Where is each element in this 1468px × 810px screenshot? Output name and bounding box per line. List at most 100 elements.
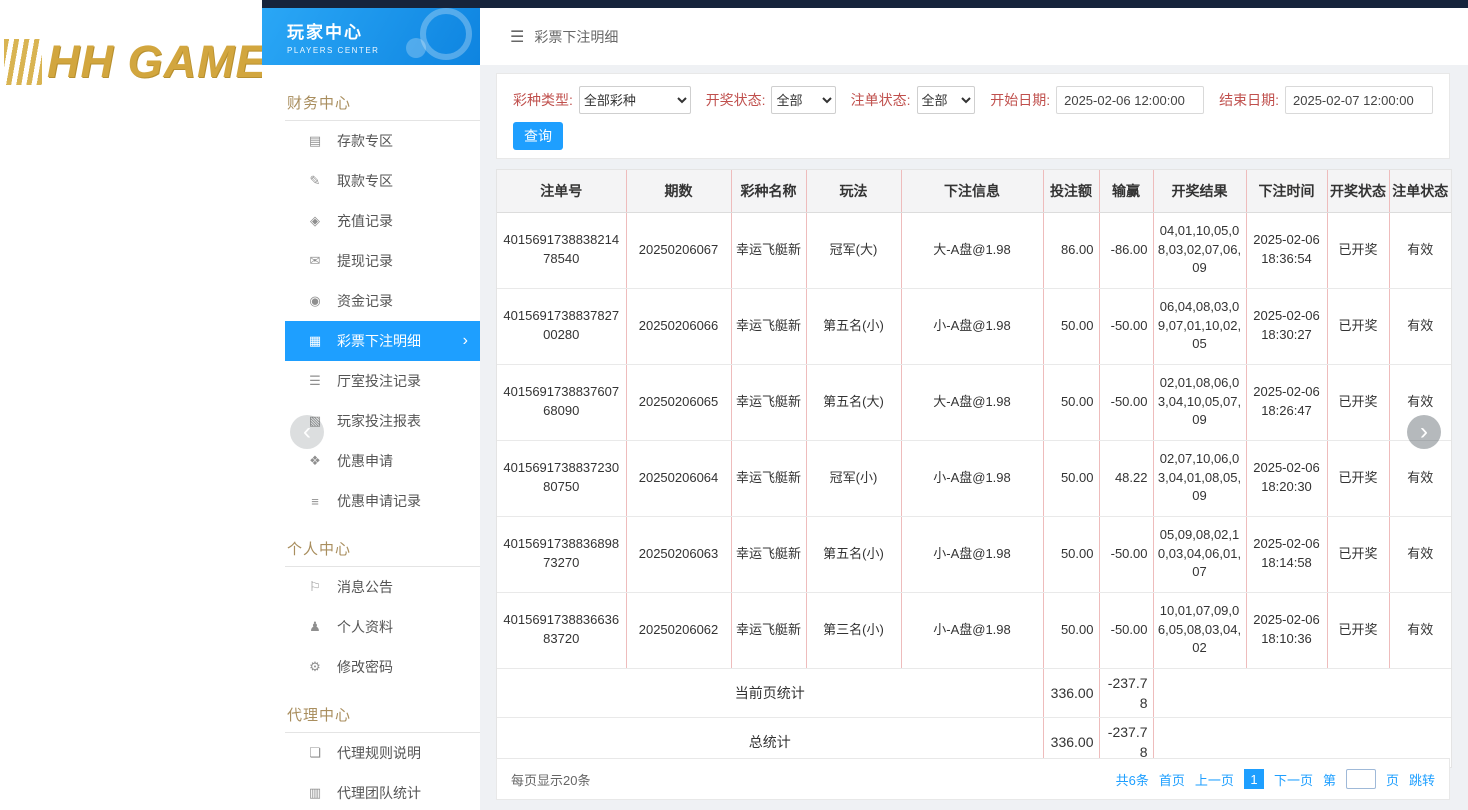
next-page-link[interactable]: 下一页 bbox=[1274, 770, 1313, 789]
sidebar-item-label: 消息公告 bbox=[337, 577, 393, 597]
column-header-bet-time: 下注时间 bbox=[1246, 170, 1327, 212]
cell-lottery-name: 幸运飞艇新 bbox=[731, 592, 806, 668]
order-status-select[interactable]: 全部 bbox=[917, 86, 976, 114]
cell-play-type: 第五名(小) bbox=[806, 288, 901, 364]
sidebar-item-withdraw-zone[interactable]: ✎ 取款专区 bbox=[285, 161, 480, 201]
menu-toggle-icon[interactable]: ☰ bbox=[510, 27, 524, 47]
sidebar-item-deposit-zone[interactable]: ▤存款专区 bbox=[285, 121, 480, 161]
column-header-order-no: 注单号 bbox=[497, 170, 626, 212]
cell-bet-amount: 50.00 bbox=[1043, 440, 1099, 516]
search-button[interactable]: 查询 bbox=[513, 122, 563, 150]
filter-row: 彩种类型: 全部彩种 开奖状态: 全部 注单状态: 全部 开始日期: 结束日期: bbox=[513, 86, 1433, 114]
cell-draw-status: 已开奖 bbox=[1327, 364, 1389, 440]
column-header-order-status: 注单状态 bbox=[1389, 170, 1451, 212]
cell-order-no: 401569173883689873270 bbox=[497, 516, 626, 592]
first-page-link[interactable]: 首页 bbox=[1159, 770, 1185, 789]
cell-draw-status: 已开奖 bbox=[1327, 440, 1389, 516]
sidebar-item-change-password[interactable]: ⚙修改密码 bbox=[285, 647, 480, 687]
prev-page-link[interactable]: 上一页 bbox=[1195, 770, 1234, 789]
cell-period: 20250206065 bbox=[626, 364, 731, 440]
sidebar-item-funds-records[interactable]: ◉资金记录 bbox=[285, 281, 480, 321]
column-header-draw-result: 开奖结果 bbox=[1153, 170, 1246, 212]
column-header-draw-status: 开奖状态 bbox=[1327, 170, 1389, 212]
sidebar-item-recharge-records[interactable]: ◈充值记录 bbox=[285, 201, 480, 241]
cell-period: 20250206064 bbox=[626, 440, 731, 516]
cell-win-loss: -50.00 bbox=[1099, 288, 1153, 364]
cell-order-status: 有效 bbox=[1389, 592, 1451, 668]
recharge-records-icon: ◈ bbox=[307, 213, 323, 229]
sidebar-item-label: 个人资料 bbox=[337, 617, 393, 637]
chevron-right-icon: › bbox=[463, 333, 468, 349]
sidebar-section-title: 代理中心 bbox=[285, 701, 480, 733]
sidebar-item-agent-rules[interactable]: ❏代理规则说明 bbox=[285, 733, 480, 773]
bet-table-body: 40156917388382147854020250206067幸运飞艇新冠军(… bbox=[497, 212, 1451, 668]
withdraw-zone-icon: ✎ bbox=[307, 173, 323, 189]
table-row: 40156917388376076809020250206065幸运飞艇新第五名… bbox=[497, 364, 1451, 440]
lottery-type-select[interactable]: 全部彩种 bbox=[579, 86, 691, 114]
topbar: ☰ 彩票下注明细 bbox=[480, 8, 1468, 65]
cell-draw-result: 06,04,08,03,09,07,01,10,02,05 bbox=[1153, 288, 1246, 364]
start-date-input[interactable] bbox=[1056, 86, 1204, 114]
scroll-left-button[interactable]: ‹ bbox=[290, 415, 324, 449]
cell-bet-info: 小-A盘@1.98 bbox=[901, 288, 1043, 364]
cell-lottery-name: 幸运飞艇新 bbox=[731, 440, 806, 516]
scroll-right-button[interactable]: › bbox=[1407, 415, 1441, 449]
main-content: 彩种类型: 全部彩种 开奖状态: 全部 注单状态: 全部 开始日期: 结束日期:… bbox=[480, 65, 1468, 810]
cell-order-no: 401569173883821478540 bbox=[497, 212, 626, 288]
cell-bet-amount: 50.00 bbox=[1043, 592, 1099, 668]
filter-panel: 彩种类型: 全部彩种 开奖状态: 全部 注单状态: 全部 开始日期: 结束日期:… bbox=[496, 73, 1450, 159]
sidebar-item-label: 取款专区 bbox=[337, 171, 393, 191]
current-page-badge[interactable]: 1 bbox=[1244, 769, 1264, 789]
sidebar-item-agent-team-stats[interactable]: ▥ 代理团队统计 bbox=[285, 773, 480, 810]
sidebar-item-profile[interactable]: ♟个人资料 bbox=[285, 607, 480, 647]
cell-period: 20250206062 bbox=[626, 592, 731, 668]
page-jump-input[interactable] bbox=[1346, 769, 1376, 789]
column-header-play-type: 玩法 bbox=[806, 170, 901, 212]
jump-prefix-text: 第 bbox=[1323, 770, 1336, 789]
sidebar-item-hall-bet-records[interactable]: ☰厅室投注记录 bbox=[285, 361, 480, 401]
table-row: 40156917388378270028020250206066幸运飞艇新第五名… bbox=[497, 288, 1451, 364]
cell-play-type: 第五名(小) bbox=[806, 516, 901, 592]
cell-win-loss: -50.00 bbox=[1099, 364, 1153, 440]
agent-team-stats-icon: ▥ bbox=[307, 785, 323, 801]
sidebar-item-announcements[interactable]: ⚐消息公告 bbox=[285, 567, 480, 607]
end-date-input[interactable] bbox=[1285, 86, 1433, 114]
sidebar-item-label: 代理团队统计 bbox=[337, 783, 421, 803]
sidebar-section-title: 财务中心 bbox=[285, 89, 480, 121]
sidebar: 玩家中心 PLAYERS CENTER 财务中心▤存款专区✎取款专区◈充值记录✉… bbox=[262, 8, 480, 810]
column-header-bet-amount: 投注额 bbox=[1043, 170, 1099, 212]
table-header-row: 注单号期数彩种名称玩法下注信息投注额输赢开奖结果下注时间开奖状态注单状态 bbox=[497, 170, 1451, 212]
sidebar-item-withdrawal-records[interactable]: ✉提现记录 bbox=[285, 241, 480, 281]
column-header-lottery-name: 彩种名称 bbox=[731, 170, 806, 212]
sidebar-section-title: 个人中心 bbox=[285, 535, 480, 567]
table-row: 40156917388372308075020250206064幸运飞艇新冠军(… bbox=[497, 440, 1451, 516]
order-status-label: 注单状态: bbox=[851, 90, 911, 110]
sidebar-item-promo-apply-records[interactable]: ≡优惠申请记录 bbox=[285, 481, 480, 521]
cell-order-no: 401569173883663683720 bbox=[497, 592, 626, 668]
sidebar-item-label: 修改密码 bbox=[337, 657, 393, 677]
page-stats-bet: 336.00 bbox=[1043, 668, 1099, 718]
cell-bet-info: 小-A盘@1.98 bbox=[901, 592, 1043, 668]
end-date-label: 结束日期: bbox=[1219, 90, 1279, 110]
lottery-bet-details-icon: ▦ bbox=[307, 333, 323, 349]
sidebar-item-lottery-bet-details[interactable]: ▦彩票下注明细› bbox=[285, 321, 480, 361]
cell-draw-result: 10,01,07,09,06,05,08,03,04,02 bbox=[1153, 592, 1246, 668]
total-count-text: 共6条 bbox=[1116, 770, 1149, 789]
logo-bars-icon bbox=[4, 39, 42, 85]
pager: 共6条 首页 上一页 1 下一页 第 页 跳转 bbox=[1116, 769, 1435, 789]
hall-bet-records-icon: ☰ bbox=[307, 373, 323, 389]
sidebar-item-label: 资金记录 bbox=[337, 291, 393, 311]
draw-status-select[interactable]: 全部 bbox=[771, 86, 835, 114]
cell-lottery-name: 幸运飞艇新 bbox=[731, 212, 806, 288]
cell-order-status: 有效 bbox=[1389, 440, 1451, 516]
table-row: 40156917388366368372020250206062幸运飞艇新第三名… bbox=[497, 592, 1451, 668]
column-header-win-loss: 输赢 bbox=[1099, 170, 1153, 212]
cell-bet-info: 大-A盘@1.98 bbox=[901, 364, 1043, 440]
chevron-right-icon: › bbox=[1420, 420, 1428, 444]
jump-button[interactable]: 跳转 bbox=[1409, 770, 1435, 789]
page-size-text: 每页显示20条 bbox=[511, 770, 590, 789]
page-title: 彩票下注明细 bbox=[534, 27, 618, 47]
cell-bet-time: 2025-02-06 18:26:47 bbox=[1246, 364, 1327, 440]
draw-status-label: 开奖状态: bbox=[706, 90, 766, 110]
withdrawal-records-icon: ✉ bbox=[307, 253, 323, 269]
